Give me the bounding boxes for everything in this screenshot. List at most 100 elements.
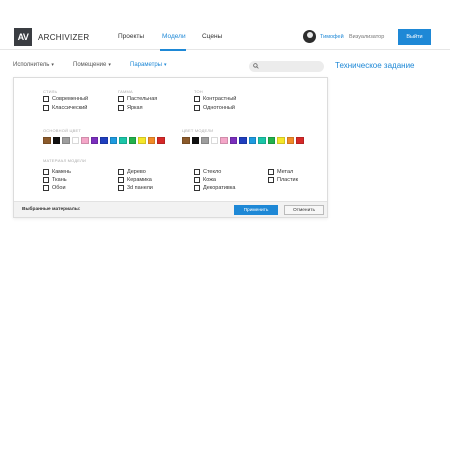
checkbox-label: Пастельная: [127, 96, 158, 102]
cancel-button[interactable]: Отменить: [284, 205, 324, 215]
checkbox-label: Метал: [277, 169, 294, 175]
main-color-swatches: [43, 137, 167, 144]
checkbox-label: Классический: [52, 105, 88, 111]
checkbox-ceramic[interactable]: Керамика: [118, 177, 152, 183]
checkbox-label: Однотонный: [203, 105, 235, 111]
checkbox-metal[interactable]: Метал: [268, 169, 293, 175]
filter-room[interactable]: Помещение ▾: [73, 62, 111, 68]
checkbox-box[interactable]: [118, 177, 124, 183]
color-swatch[interactable]: [119, 137, 127, 144]
user-avatar-icon[interactable]: [303, 30, 316, 43]
checkbox-wood[interactable]: Дерево: [118, 169, 146, 175]
color-swatch[interactable]: [128, 137, 136, 144]
checkbox-label: Керамика: [127, 177, 152, 183]
checkbox-fabric[interactable]: Ткань: [43, 177, 67, 183]
apply-button[interactable]: Применить: [234, 205, 278, 215]
checkbox-box[interactable]: [43, 169, 49, 175]
logout-button[interactable]: Выйти: [398, 29, 431, 45]
color-swatch[interactable]: [220, 137, 228, 144]
color-range-section-title: гамма: [118, 89, 133, 94]
checkbox-bright[interactable]: Яркая: [118, 105, 143, 111]
checkbox-box[interactable]: [268, 177, 274, 183]
checkbox-box[interactable]: [194, 96, 200, 102]
filter-performer-label: Исполнитель: [13, 62, 50, 68]
color-swatch[interactable]: [201, 137, 209, 144]
logo-mark[interactable]: AV: [14, 28, 32, 46]
color-swatch[interactable]: [191, 137, 199, 144]
checkbox-pastel[interactable]: Пастельная: [118, 96, 157, 102]
checkbox-decorative[interactable]: Декоративка: [194, 185, 235, 191]
checkbox-box[interactable]: [43, 96, 49, 102]
color-swatch[interactable]: [109, 137, 117, 144]
color-swatch[interactable]: [138, 137, 146, 144]
checkbox-label: Яркая: [127, 105, 143, 111]
checkbox-wallpaper[interactable]: Обои: [43, 185, 66, 191]
checkbox-monotone[interactable]: Однотонный: [194, 105, 235, 111]
checkbox-box[interactable]: [194, 105, 200, 111]
filter-parameters[interactable]: Параметры ▾: [130, 62, 167, 68]
chevron-down-icon: ▾: [108, 62, 111, 68]
checkbox-box[interactable]: [118, 169, 124, 175]
checkbox-box[interactable]: [118, 185, 124, 191]
color-swatch[interactable]: [71, 137, 79, 144]
search-icon: [253, 63, 259, 69]
checkbox-label: Стекло: [203, 169, 222, 175]
color-swatch[interactable]: [286, 137, 294, 144]
checkbox-label: Камень: [52, 169, 72, 175]
color-swatch[interactable]: [296, 137, 304, 144]
model-color-swatches: [182, 137, 306, 144]
filter-room-label: Помещение: [73, 62, 107, 68]
panel-footer: Выбранные материалы: Применить Отменить: [14, 201, 327, 217]
logo-text[interactable]: ARCHIVIZER: [38, 33, 89, 42]
checkbox-box[interactable]: [43, 185, 49, 191]
checkbox-label: Декоративка: [203, 185, 236, 191]
checkbox-glass[interactable]: Стекло: [194, 169, 221, 175]
checkbox-box[interactable]: [268, 169, 274, 175]
checkbox-plastic[interactable]: Пластик: [268, 177, 298, 183]
color-swatch[interactable]: [100, 137, 108, 144]
technical-spec-link[interactable]: Техническое задание: [335, 61, 415, 70]
color-swatch[interactable]: [277, 137, 285, 144]
checkbox-box[interactable]: [118, 96, 124, 102]
checkbox-leather[interactable]: Кожа: [194, 177, 216, 183]
checkbox-3d-panels[interactable]: 3d панели: [118, 185, 153, 191]
color-swatch[interactable]: [182, 137, 190, 144]
color-swatch[interactable]: [147, 137, 155, 144]
checkbox-stone[interactable]: Камень: [43, 169, 71, 175]
color-swatch[interactable]: [229, 137, 237, 144]
color-swatch[interactable]: [90, 137, 98, 144]
filter-performer[interactable]: Исполнитель ▾: [13, 62, 54, 68]
filter-parameters-label: Параметры: [130, 62, 162, 68]
color-swatch[interactable]: [157, 137, 165, 144]
checkbox-label: Контрастный: [203, 96, 237, 102]
checkbox-modern[interactable]: Современный: [43, 96, 88, 102]
checkbox-box[interactable]: [43, 105, 49, 111]
app-header: AV ARCHIVIZER Проекты Модели Сцены Тимоф…: [0, 0, 450, 51]
nav-projects[interactable]: Проекты: [118, 33, 144, 40]
checkbox-box[interactable]: [118, 105, 124, 111]
checkbox-box[interactable]: [194, 185, 200, 191]
material-section-title: материал модели: [43, 158, 87, 163]
color-swatch[interactable]: [258, 137, 266, 144]
checkbox-box[interactable]: [43, 177, 49, 183]
checkbox-box[interactable]: [194, 169, 200, 175]
nav-scenes[interactable]: Сцены: [202, 33, 222, 40]
checkbox-box[interactable]: [194, 177, 200, 183]
color-swatch[interactable]: [43, 137, 51, 144]
checkbox-label: Современный: [52, 96, 89, 102]
nav-models[interactable]: Модели: [162, 33, 186, 40]
color-swatch[interactable]: [52, 137, 60, 144]
checkbox-label: 3d панели: [127, 185, 153, 191]
color-swatch[interactable]: [81, 137, 89, 144]
user-role: Визуализатор: [349, 34, 385, 40]
color-swatch[interactable]: [248, 137, 256, 144]
color-swatch[interactable]: [210, 137, 218, 144]
color-swatch[interactable]: [62, 137, 70, 144]
selected-materials-label: Выбранные материалы:: [22, 207, 81, 212]
user-name[interactable]: Тимофей: [320, 34, 344, 40]
checkbox-contrast[interactable]: Контрастный: [194, 96, 236, 102]
color-swatch[interactable]: [239, 137, 247, 144]
search-input[interactable]: [249, 61, 324, 72]
checkbox-classic[interactable]: Классический: [43, 105, 87, 111]
color-swatch[interactable]: [267, 137, 275, 144]
